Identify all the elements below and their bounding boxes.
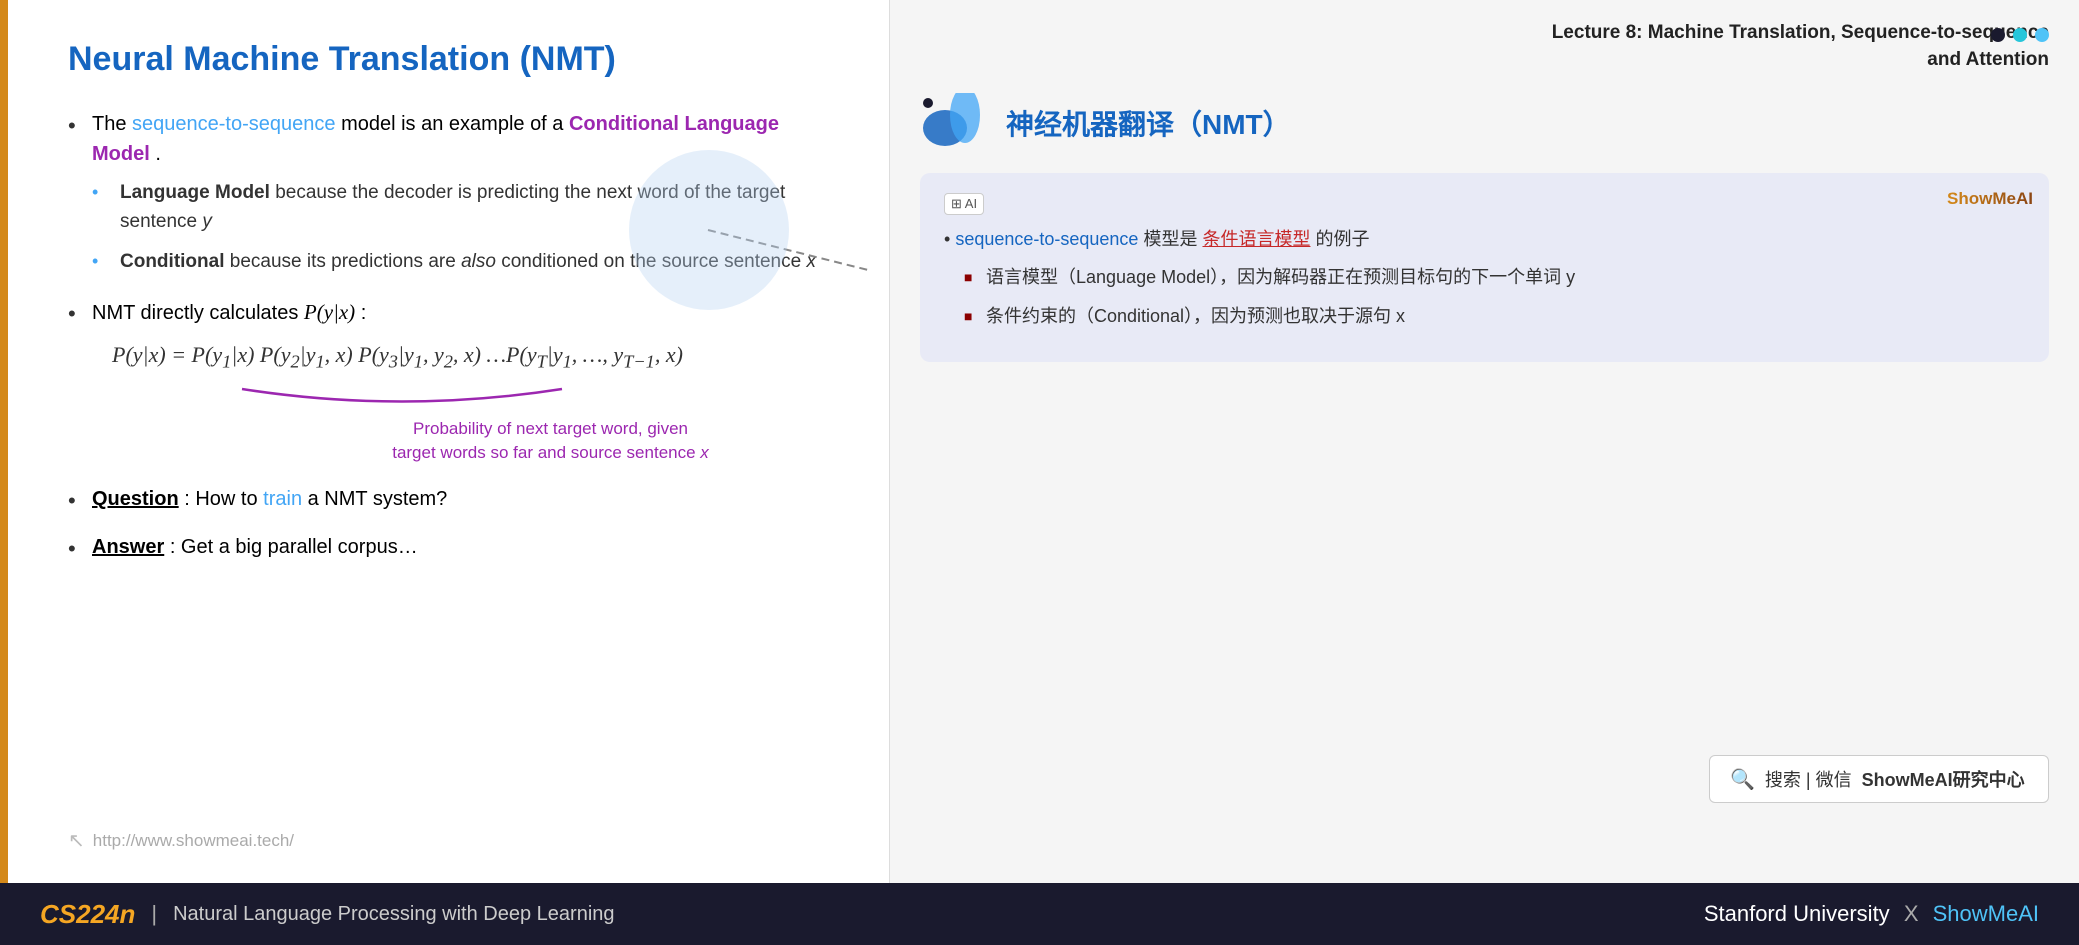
trans-bullet-mid: 模型是 [1143,229,1197,249]
sub1-bold: Language Model [120,182,270,203]
trans-bullet-main: • sequence-to-sequence 模型是 条件语言模型 的例子 [944,225,2025,254]
brace-annotation: Probability of next target word, given t… [262,417,839,465]
math-section: P(y|x) = P(y1|x) P(y2|y1, x) P(y3|y1, y2… [92,338,839,464]
answer-bold: Answer [92,536,164,558]
trans-seq2seq: sequence-to-sequence [955,229,1138,249]
search-bar[interactable]: 🔍 搜索 | 微信 ShowMeAI研究中心 [1709,755,2049,803]
bullet1-prefix: The [92,113,132,135]
footer-url[interactable]: http://www.showmeai.tech/ [93,831,294,851]
trans-bullet-end: 的例子 [1316,229,1370,249]
sub1-italic: y [202,211,212,232]
bullet-answer: Answer : Get a big parallel corpus… [68,532,839,562]
dots-row [1991,28,2049,42]
math-formula: P(y|x) = P(y1|x) P(y2|y1, x) P(y3|y1, y2… [112,338,839,376]
ai-badge: ⊞ AI [944,193,984,215]
showmeai-bottom: ShowMeAI [1933,901,2039,926]
course-label: CS224n [40,899,135,930]
lecture-line2: and Attention [920,47,2049,74]
trans-cond-lang: 条件语言模型 [1202,229,1310,249]
sub2-bold: Conditional [120,251,224,272]
bottom-bar: CS224n | Natural Language Processing wit… [0,883,2079,945]
bottom-left: CS224n | Natural Language Processing wit… [40,899,615,930]
dot-1 [1991,28,2005,42]
lecture-header: Lecture 8: Machine Translation, Sequence… [920,20,2049,73]
bullet2-prefix: NMT directly calculates [92,302,304,324]
question-prefix: : How to [184,488,263,510]
sub2-x: x [806,251,816,272]
zoom-circle [629,150,789,310]
nmt-icon [920,93,990,153]
dot-3 [2035,28,2049,42]
bullet2-colon: : [361,302,367,324]
main-content: Neural Machine Translation (NMT) The seq… [0,0,2079,883]
slide-title: Neural Machine Translation (NMT) [68,40,839,79]
search-label: ShowMeAI研究中心 [1862,766,2025,792]
answer-text: : Get a big parallel corpus… [170,536,418,558]
search-divider-text: 搜索 | 微信 [1765,766,1852,792]
right-panel: Lecture 8: Machine Translation, Sequence… [890,0,2079,883]
question-bold: Question [92,488,179,510]
trans-sub-2: 条件约束的（Conditional），因为预测也取决于源句 x [964,303,2025,330]
translation-box: ⊞ AI ShowMeAI • sequence-to-sequence 模型是… [920,173,2049,362]
bullet1-seq2seq: sequence-to-sequence [132,113,335,135]
x-separator: X [1904,901,1925,926]
sub2-text1: because its predictions are [230,251,461,272]
slide-panel: Neural Machine Translation (NMT) The seq… [0,0,890,883]
question-train: train [263,488,302,510]
bullet-question: Question : How to train a NMT system? [68,484,839,514]
nmt-title: 神经机器翻译（NMT） [1006,103,1291,143]
search-icon: 🔍 [1730,767,1755,792]
bottom-right: Stanford University X ShowMeAI [1704,901,2039,927]
trans-sub-list: 语言模型（Language Model），因为解码器正在预测目标句的下一个单词 … [964,264,2025,330]
sub2-italic: also [461,251,496,272]
brace-svg [232,384,572,412]
bottom-subtitle: Natural Language Processing with Deep Le… [173,903,614,926]
bullet-2: NMT directly calculates P(y|x) : P(y|x) … [68,297,839,465]
bullet1-middle: model is an example of a [341,113,569,135]
cursor-icon: ↖ [68,828,85,853]
nmt-title-row: 神经机器翻译（NMT） [920,93,2049,153]
showmeai-watermark: ShowMeAI [1947,189,2033,209]
dot-2 [2013,28,2027,42]
question-suffix: a NMT system? [308,488,448,510]
bullet2-formula-inline: P(y|x) [304,300,355,324]
lecture-line1: Lecture 8: Machine Translation, Sequence… [920,20,2049,47]
trans-bullet-prefix: • [944,229,955,249]
bullet1-period: . [155,143,161,165]
slide-footer: ↖ http://www.showmeai.tech/ [68,828,294,853]
stanford-text: Stanford University [1704,901,1890,926]
bottom-divider: | [151,901,157,927]
trans-sub-1: 语言模型（Language Model），因为解码器正在预测目标句的下一个单词 … [964,264,2025,291]
